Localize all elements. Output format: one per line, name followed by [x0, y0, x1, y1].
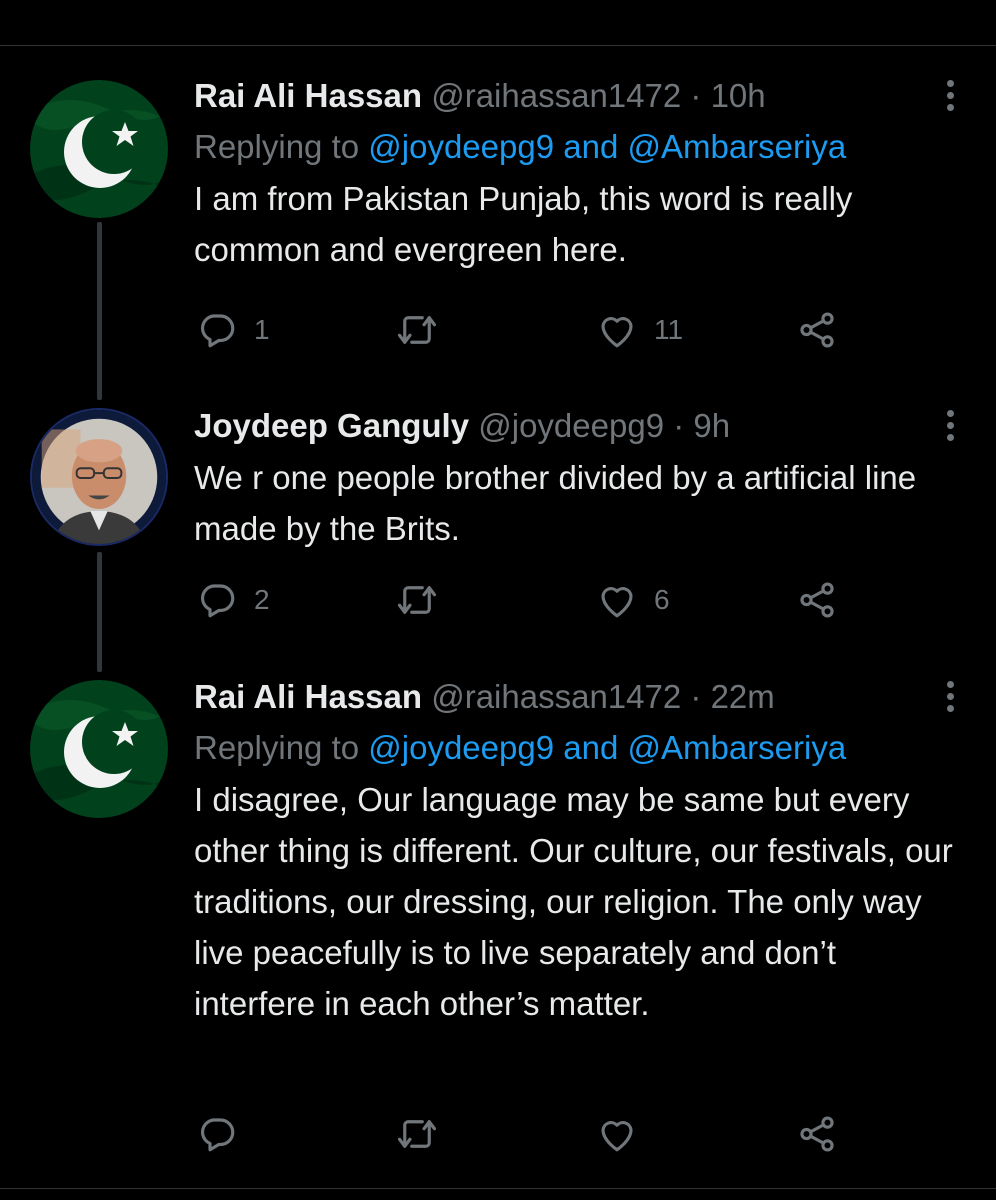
reply-count: 1 — [254, 314, 270, 345]
display-name[interactable]: Joydeep Ganguly — [194, 407, 469, 444]
tweet-text: I am from Pakistan Punjab, this word is … — [194, 180, 853, 268]
avatar[interactable] — [30, 680, 168, 818]
more-icon[interactable] — [944, 410, 956, 442]
tweet-header: Rai Ali Hassan @raihassan1472 · 10h — [194, 76, 956, 116]
display-name[interactable]: Rai Ali Hassan — [194, 678, 422, 715]
reply-button[interactable] — [196, 1110, 254, 1158]
share-icon — [796, 579, 838, 621]
replying-prefix: Replying to — [194, 729, 369, 766]
tweet-text: We r one people brother divided by a art… — [194, 459, 917, 547]
thread-connector — [97, 222, 102, 400]
tweet-actions: 1 11 — [196, 306, 846, 354]
user-handle[interactable]: @joydeepg9 — [478, 407, 664, 444]
separator-dot: · — [690, 77, 702, 114]
separator-dot: · — [690, 678, 702, 715]
like-count: 6 — [654, 584, 670, 615]
like-button[interactable] — [596, 1110, 654, 1158]
retweet-button[interactable] — [396, 576, 454, 624]
reply-button[interactable]: 2 — [196, 576, 270, 624]
retweet-icon[interactable] — [356, 0, 396, 12]
timestamp[interactable]: 9h — [693, 407, 730, 444]
display-name[interactable]: Rai Ali Hassan — [194, 77, 422, 114]
tweet-header: Joydeep Ganguly @joydeepg9 · 9h — [194, 406, 956, 446]
retweet-button[interactable] — [396, 1110, 454, 1158]
more-icon[interactable] — [944, 681, 956, 713]
retweet-icon — [396, 1113, 438, 1155]
timestamp[interactable]: 22m — [711, 678, 775, 715]
pakistan-flag-avatar — [30, 80, 168, 218]
replying-mentions[interactable]: @joydeepg9 and @Ambarseriya — [368, 729, 846, 766]
thread-connector — [97, 552, 102, 672]
like-icon — [596, 579, 638, 621]
avatar[interactable] — [30, 408, 168, 546]
retweet-icon — [396, 579, 438, 621]
like-icon — [596, 1113, 638, 1155]
reply-icon — [196, 579, 238, 621]
pakistan-flag-avatar — [30, 680, 168, 818]
replying-mentions[interactable]: @joydeepg9 and @Ambarseriya — [368, 128, 846, 165]
more-icon[interactable] — [944, 80, 956, 112]
reply-icon[interactable] — [98, 0, 138, 12]
user-handle[interactable]: @raihassan1472 — [431, 678, 681, 715]
like-button[interactable]: 6 — [596, 576, 670, 624]
profile-photo-avatar — [32, 410, 166, 544]
divider — [0, 1188, 996, 1189]
retweet-icon — [396, 309, 438, 351]
reply-count: 2 — [254, 584, 270, 615]
timestamp[interactable]: 10h — [711, 77, 766, 114]
previous-tweet-actions — [0, 0, 996, 46]
like-icon — [596, 309, 638, 351]
share-button[interactable] — [796, 576, 838, 624]
avatar[interactable] — [30, 80, 168, 218]
tweet-header: Rai Ali Hassan @raihassan1472 · 22m — [194, 677, 956, 717]
retweet-button[interactable] — [396, 306, 454, 354]
share-icon — [796, 1113, 838, 1155]
like-icon[interactable] — [602, 0, 642, 12]
user-handle[interactable]: @raihassan1472 — [431, 77, 681, 114]
reply-button[interactable]: 1 — [196, 306, 270, 354]
share-icon — [796, 309, 838, 351]
tweet-text: I disagree, Our language may be same but… — [194, 781, 953, 1022]
separator-dot: · — [673, 407, 685, 444]
share-button[interactable] — [796, 306, 838, 354]
share-icon[interactable] — [864, 0, 904, 12]
reply-icon — [196, 309, 238, 351]
reply-icon — [196, 1113, 238, 1155]
replying-prefix: Replying to — [194, 128, 369, 165]
tweet-actions: 2 6 — [196, 576, 846, 624]
like-count: 11 — [654, 314, 684, 345]
replying-to: Replying to @joydeepg9 and @Ambarseriya — [194, 728, 956, 768]
replying-to: Replying to @joydeepg9 and @Ambarseriya — [194, 127, 956, 167]
like-button[interactable]: 11 — [596, 306, 683, 354]
share-button[interactable] — [796, 1110, 838, 1158]
tweet-actions — [196, 1110, 846, 1158]
